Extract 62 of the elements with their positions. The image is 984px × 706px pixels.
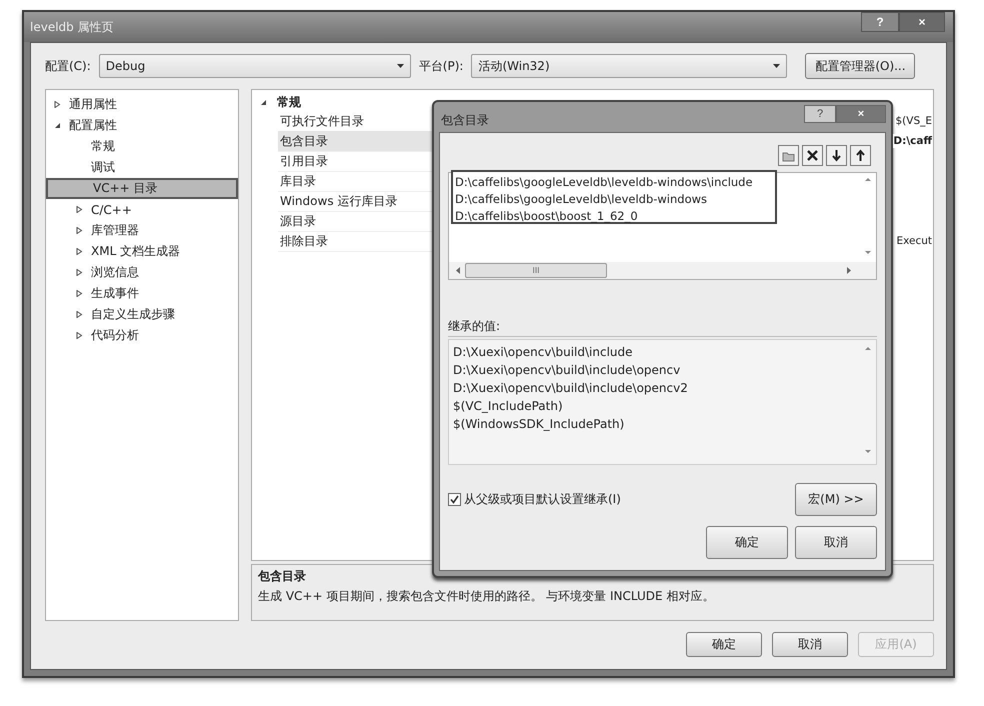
list-item: D:\Xuexi\opencv\build\include: [453, 344, 634, 361]
expand-arrow-icon: [76, 332, 83, 339]
dialog-title: 包含目录: [441, 112, 489, 129]
field-label: 平台(P):: [418, 58, 464, 74]
up-arrow-button[interactable]: [850, 145, 871, 166]
scroll-right-icon: [846, 267, 852, 274]
expand-arrow-icon: [76, 269, 83, 276]
list-item: $(VC_IncludePath): [453, 398, 564, 415]
dialog-button[interactable]: 确定: [706, 526, 788, 559]
tree-item[interactable]: 库管理器: [46, 220, 238, 241]
tree-item[interactable]: XML 文档生成器: [46, 241, 238, 262]
inherit-checkbox[interactable]: 从父级或项目默认设置继承(I): [448, 491, 621, 508]
dialog-button[interactable]: 确定: [686, 632, 762, 656]
description-title: 包含目录: [258, 568, 307, 585]
list-item: $(WindowsSDK_IncludePath): [453, 416, 626, 433]
tree-item[interactable]: 生成事件: [46, 283, 238, 304]
scroll-left-icon: [455, 267, 461, 274]
tree-item[interactable]: 通用属性: [46, 94, 238, 115]
tree-item[interactable]: 代码分析: [46, 325, 238, 346]
close-button[interactable]: ×: [836, 105, 886, 123]
expand-arrow-icon: [76, 206, 83, 213]
help-button[interactable]: ?: [804, 105, 836, 123]
tree-item[interactable]: C/C++: [46, 199, 238, 220]
caret-icon: [773, 64, 780, 68]
list-item[interactable]: D:\caffelibs\googleLeveldb\leveldb-windows: [455, 191, 775, 208]
new-folder-button[interactable]: [778, 145, 799, 166]
list-item: D:\Xuexi\opencv\build\include\opencv2: [453, 380, 688, 397]
category-label: 常规: [277, 94, 301, 111]
collapse-arrow-icon: [54, 122, 61, 129]
inherited-label: 继承的值:: [448, 318, 877, 337]
list-item[interactable]: D:\caffelibs\googleLeveldb\leveldb-windows\include: [455, 174, 775, 191]
description-text: 生成 VC++ 项目期间，搜索包含文件时使用的路径。 与环境变量 INCLUDE 相对应。: [258, 588, 716, 605]
tree-item[interactable]: 调试: [46, 157, 238, 178]
expand-arrow-icon: [76, 311, 83, 318]
expand-arrow-icon: [76, 248, 83, 255]
dropdown[interactable]: Debug: [98, 54, 411, 78]
help-button[interactable]: ?: [861, 12, 899, 32]
tree-item[interactable]: 配置属性: [46, 115, 238, 136]
tree-item[interactable]: 常规: [46, 136, 238, 157]
tree-item[interactable]: 自定义生成步骤: [46, 304, 238, 325]
window-title: leveldb 属性页: [30, 18, 114, 36]
property-value: D:\caff: [893, 134, 932, 148]
dialog-button[interactable]: 取消: [795, 526, 877, 559]
caret-icon: [396, 64, 404, 68]
tree-item[interactable]: VC++ 目录: [46, 178, 238, 199]
property-value: $(VS_E: [895, 114, 932, 128]
list-item[interactable]: D:\caffelibs\boost\boost_1_62_0: [455, 208, 775, 225]
dialog-button[interactable]: 取消: [772, 632, 848, 656]
dropdown[interactable]: 活动(Win32): [471, 54, 788, 78]
close-button[interactable]: ×: [899, 12, 945, 32]
down-arrow-button[interactable]: [826, 145, 847, 166]
scroll-thumb[interactable]: III: [465, 263, 607, 278]
expand-arrow-icon: [76, 290, 83, 297]
expand-arrow-icon: [54, 101, 61, 108]
config-manager-button[interactable]: 配置管理器(O)...: [805, 53, 916, 79]
tree-item[interactable]: 浏览信息: [46, 262, 238, 283]
delete-button[interactable]: [802, 145, 823, 166]
expand-arrow-icon: [76, 227, 83, 234]
list-item: D:\Xuexi\opencv\build\include\opencv: [453, 362, 682, 379]
field-label: 配置(C):: [45, 58, 91, 74]
checkmark-icon: [450, 495, 459, 504]
macro-button[interactable]: 宏(M) >>: [795, 483, 877, 516]
